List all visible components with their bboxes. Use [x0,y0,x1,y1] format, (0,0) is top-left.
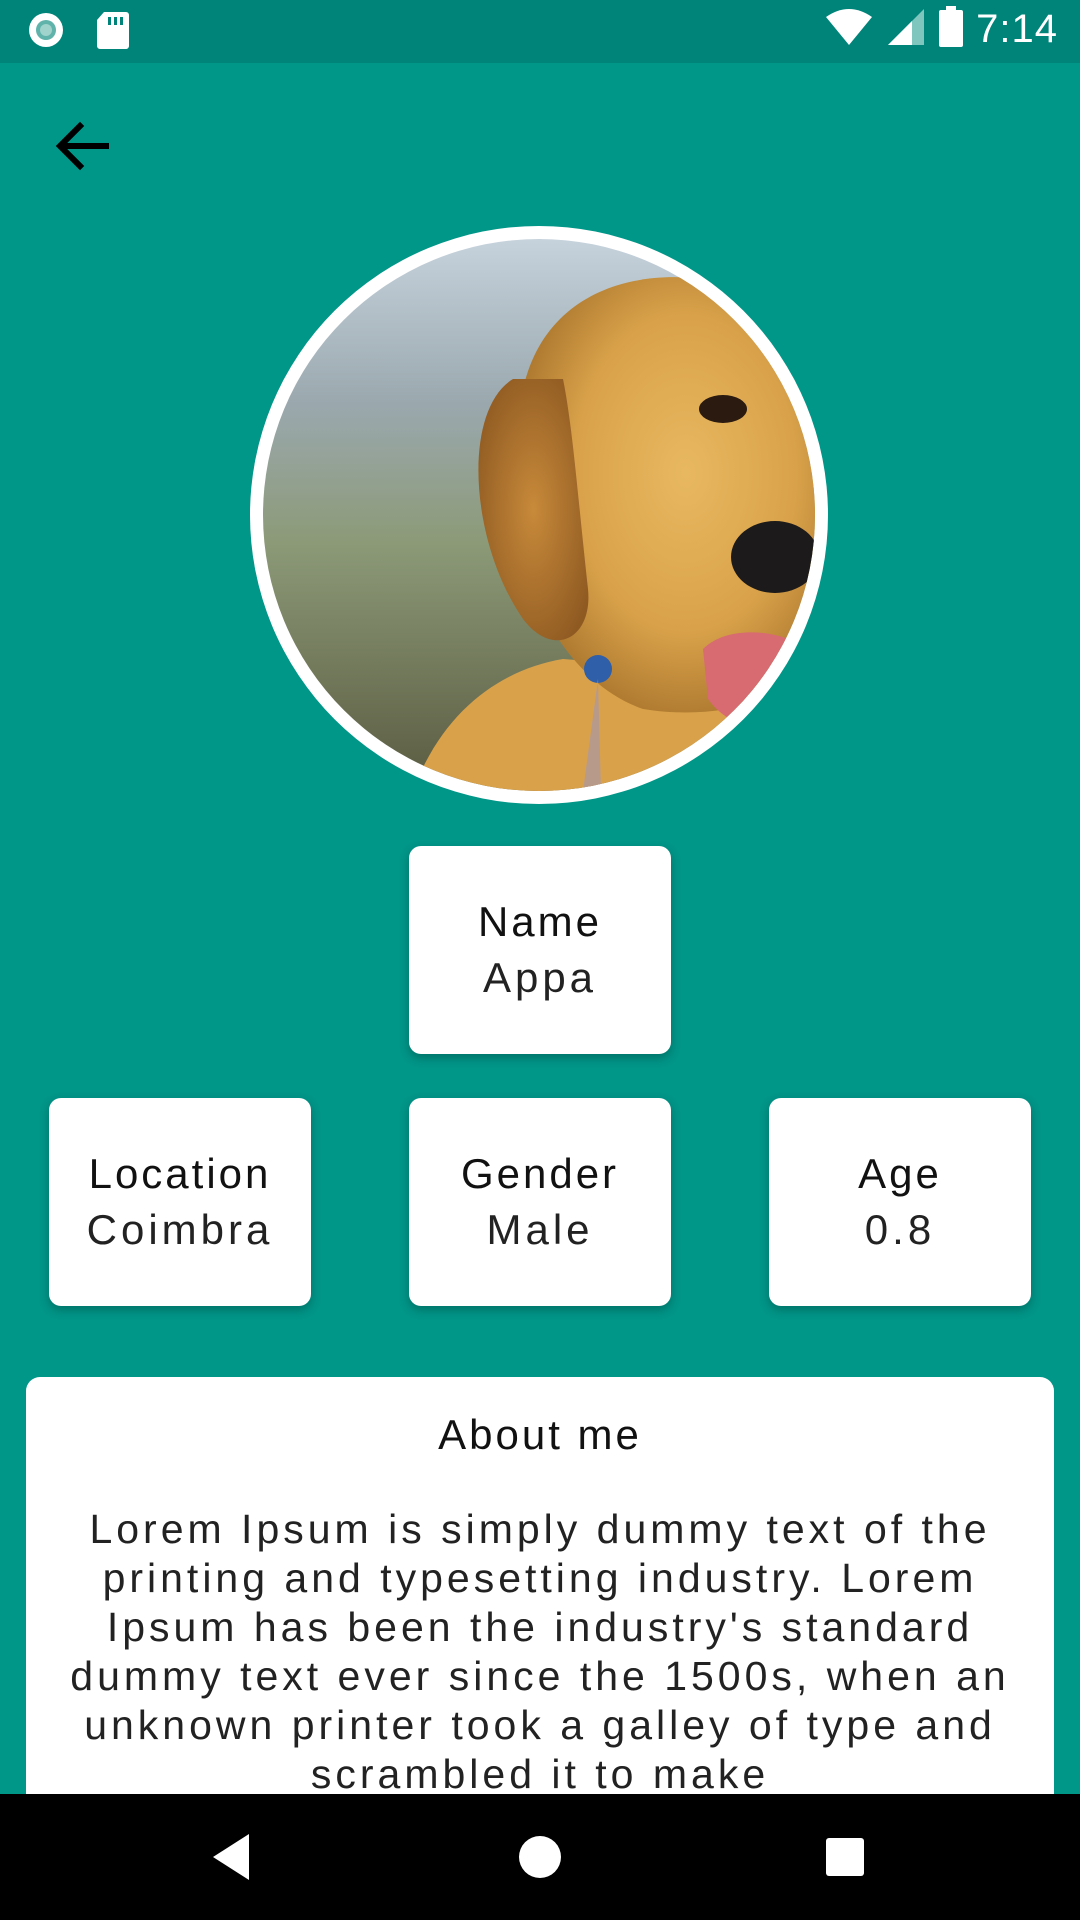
screen: 7:14 Name Appa Location Coimbra Gender M… [0,0,1080,1920]
pet-avatar [250,226,828,804]
location-label: Location [88,1150,272,1197]
about-title: About me [438,1411,642,1458]
status-time: 7:14 [976,7,1058,51]
cellular-signal-icon [886,7,926,52]
triangle-back-icon [209,1832,253,1887]
age-label: Age [858,1150,942,1197]
name-label: Name [477,898,603,945]
about-body-text: Lorem Ipsum is simply dummy text of the … [70,1506,1010,1797]
golden-retriever-puppy-photo [263,239,815,791]
gender-card: Gender Male [409,1098,671,1306]
navigation-bar [0,1794,1080,1920]
nav-home-button[interactable] [505,1824,575,1894]
age-card: Age 0.8 [769,1098,1031,1306]
location-card: Location Coimbra [49,1098,311,1306]
gender-value: Male [486,1206,594,1253]
square-recents-icon [825,1837,865,1882]
name-value: Appa [482,954,598,1001]
arrow-back-icon [50,114,114,183]
name-card: Name Appa [409,846,671,1054]
age-value: 0.8 [864,1206,936,1253]
nav-recents-button[interactable] [810,1824,880,1894]
nav-back-button[interactable] [196,1824,266,1894]
wifi-icon [824,7,874,52]
sd-card-icon [96,10,130,55]
location-value: Coimbra [86,1206,274,1253]
status-bar: 7:14 [0,0,1080,63]
battery-icon [938,6,964,53]
circle-home-icon [517,1834,563,1885]
gender-label: Gender [460,1150,620,1197]
about-card[interactable]: About me Lorem Ipsum is simply dummy tex… [26,1377,1054,1797]
back-button[interactable] [34,100,130,196]
circle-notification-icon [26,10,66,55]
